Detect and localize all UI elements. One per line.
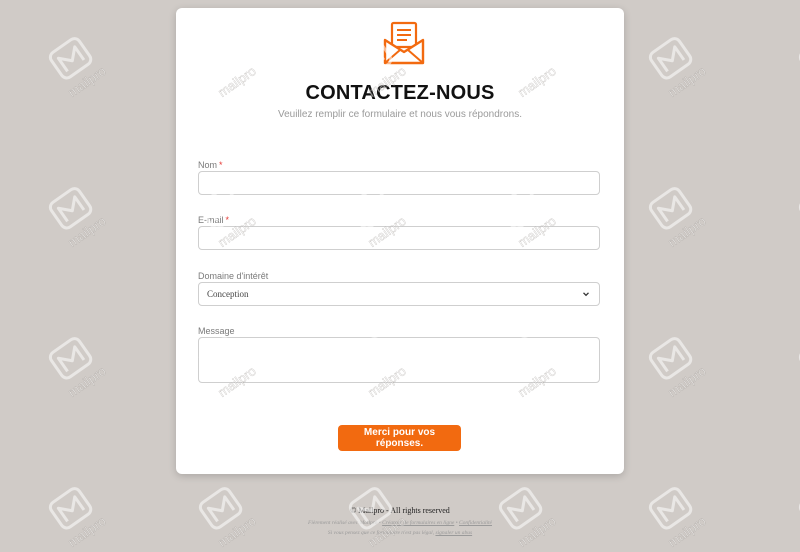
email-input[interactable]: [198, 226, 600, 250]
svg-text:mailpro: mailpro: [65, 63, 109, 100]
privacy-link[interactable]: Confidentialité: [459, 520, 492, 526]
mailpro-watermark-icon: mailpro: [798, 337, 800, 380]
message-label: Message: [198, 326, 235, 336]
mailpro-watermark-icon: mailpro: [48, 37, 109, 100]
mailpro-watermark-icon: mailpro: [798, 187, 800, 230]
mailpro-watermark-icon: mailpro: [498, 487, 559, 550]
mailpro-watermark-icon: mailpro: [798, 487, 800, 530]
envelope-letter-icon: [383, 21, 425, 65]
mailpro-watermark-icon: mailpro: [648, 187, 709, 250]
mailpro-watermark-icon: mailpro: [198, 487, 259, 550]
svg-text:mailpro: mailpro: [665, 213, 709, 250]
interest-label: Domaine d'intérêt: [198, 271, 269, 281]
form-creator-link[interactable]: Créateur de formulaires en ligne: [382, 520, 454, 526]
required-mark: *: [219, 160, 223, 170]
name-label-text: Nom: [198, 160, 218, 170]
email-label-text: E-mail: [198, 215, 224, 225]
name-label: Nom *: [198, 160, 223, 170]
submit-button[interactable]: Merci pour vos réponses.: [338, 425, 461, 451]
mailpro-watermark-icon: mailpro: [648, 337, 709, 400]
mailpro-watermark-icon: mailpro: [48, 337, 109, 400]
required-mark: *: [225, 215, 230, 225]
interest-select[interactable]: Conception: [198, 282, 600, 306]
footer-powered-line: Fièrement réalisé avec Mailpro • Créateu…: [0, 520, 800, 526]
mailpro-watermark-icon: mailpro: [648, 37, 709, 100]
page-subtitle: Veuillez remplir ce formulaire et nous v…: [277, 109, 522, 120]
footer-abuse-line: Si vous pensez que ce formulaire n'est p…: [0, 530, 800, 536]
email-label: E-mail *: [198, 215, 229, 225]
report-abuse-link[interactable]: signaler un abus: [435, 530, 472, 536]
svg-text:mailpro: mailpro: [65, 363, 109, 400]
page-title: CONTACTEZ-NOUS: [305, 82, 495, 104]
mailpro-watermark-icon: mailpro: [798, 37, 800, 80]
interest-selected-value: Conception: [207, 289, 249, 299]
mailpro-watermark-icon: mailpro: [348, 487, 409, 550]
name-input[interactable]: [198, 171, 600, 195]
message-textarea[interactable]: [198, 337, 600, 383]
mailpro-watermark-icon: mailpro: [648, 487, 709, 550]
powered-brand: Mailpro: [359, 520, 378, 526]
abuse-text: Si vous pensez que ce formulaire n'est p…: [327, 530, 435, 536]
svg-text:mailpro: mailpro: [665, 363, 709, 400]
chevron-down-icon: [583, 292, 589, 297]
contact-form-card: CONTACTEZ-NOUS Veuillez remplir ce formu…: [176, 8, 624, 474]
separator: •: [455, 520, 458, 526]
separator: •: [378, 520, 381, 526]
svg-text:mailpro: mailpro: [665, 63, 709, 100]
svg-text:mailpro: mailpro: [65, 213, 109, 250]
copyright-text: © Mailpro - All rights reserved: [350, 506, 450, 515]
mailpro-watermark-icon: mailpro: [48, 187, 109, 250]
powered-text: Fièrement réalisé avec: [308, 520, 359, 526]
mailpro-watermark-icon: mailpro: [48, 487, 109, 550]
